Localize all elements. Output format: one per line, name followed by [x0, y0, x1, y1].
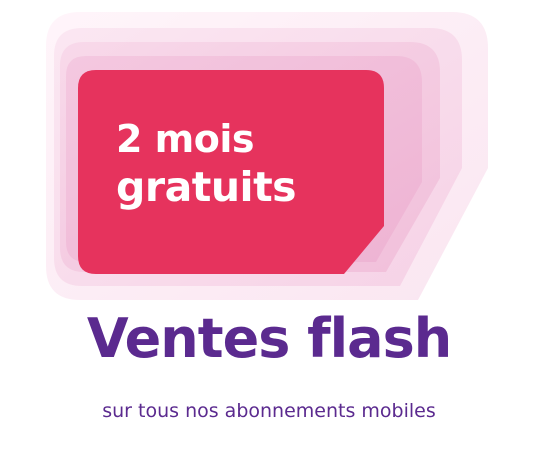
promo-line-2: gratuits — [116, 163, 297, 211]
subheadline: sur tous nos abonnements mobiles — [102, 400, 436, 422]
headline: Ventes flash — [86, 307, 452, 370]
promo-text: 2 mois gratuits — [116, 118, 376, 210]
banner: 2 mois gratuits Ventes flash sur tous no… — [0, 0, 538, 450]
promo-line-1: 2 mois — [116, 117, 255, 161]
